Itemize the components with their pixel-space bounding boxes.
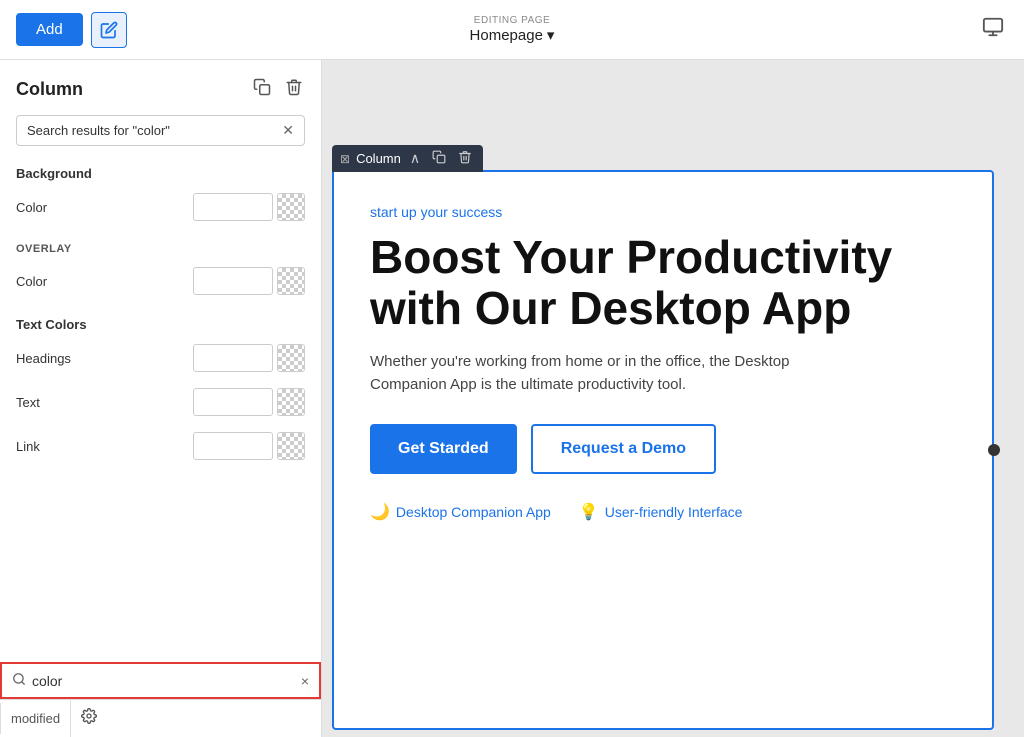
search-results-text: Search results for "color"	[27, 123, 282, 138]
link-color-picker[interactable]	[193, 432, 305, 460]
panel-header: Column	[0, 60, 321, 111]
search-input-clear-button[interactable]: ×	[301, 673, 309, 689]
moon-icon: 🌙	[370, 502, 390, 522]
link-color-swatch[interactable]	[193, 432, 273, 460]
duplicate-button[interactable]	[251, 76, 273, 103]
preview-features: 🌙 Desktop Companion App 💡 User-friendly …	[370, 502, 956, 522]
column-expand-button[interactable]: ∧	[407, 149, 423, 168]
preview-tagline: start up your success	[370, 204, 956, 220]
column-toolbar: ⊠ Column ∧	[332, 145, 483, 172]
overlay-color-picker[interactable]	[193, 267, 305, 295]
headings-color-label: Headings	[16, 351, 71, 366]
feature-interface-label: User-friendly Interface	[605, 504, 743, 520]
link-color-label: Link	[16, 439, 40, 454]
feature-desktop: 🌙 Desktop Companion App	[370, 502, 551, 522]
text-colors-section-label: Text Colors	[0, 303, 321, 336]
bottom-toolbar: modified	[0, 699, 321, 737]
get-started-button[interactable]: Get Starded	[370, 424, 517, 474]
top-toolbar: Add EDITING PAGE Homepage ▾	[0, 0, 1024, 60]
background-color-swatch[interactable]	[193, 193, 273, 221]
feature-desktop-label: Desktop Companion App	[396, 504, 551, 520]
left-panel: Column	[0, 60, 322, 737]
feature-interface: 💡 User-friendly Interface	[579, 502, 743, 522]
search-results-bar: Search results for "color" ✕	[16, 115, 305, 146]
bulb-icon: 💡	[579, 502, 599, 522]
bottom-toolbar-container: × modified	[0, 662, 321, 737]
overlay-color-row: Color	[0, 259, 321, 303]
resize-handle[interactable]	[988, 444, 1000, 456]
headings-color-checker[interactable]	[277, 344, 305, 372]
modified-button[interactable]: modified	[0, 703, 70, 734]
text-color-label: Text	[16, 395, 40, 410]
link-color-checker[interactable]	[277, 432, 305, 460]
editing-page-text: EDITING PAGE	[474, 15, 550, 26]
background-color-checker[interactable]	[277, 193, 305, 221]
main-layout: Column	[0, 60, 1024, 737]
request-demo-button[interactable]: Request a Demo	[531, 424, 716, 474]
search-clear-button[interactable]: ✕	[282, 122, 294, 139]
monitor-icon[interactable]	[982, 16, 1004, 44]
headings-color-picker[interactable]	[193, 344, 305, 372]
background-section-label: Background	[0, 154, 321, 185]
headings-color-swatch[interactable]	[193, 344, 273, 372]
overlay-color-label: Color	[16, 274, 47, 289]
link-color-row: Link	[0, 424, 321, 468]
overlay-section-label: OVERLAY	[0, 229, 321, 259]
text-color-row: Text	[0, 380, 321, 424]
editing-page-label: EDITING PAGE Homepage ▾	[470, 15, 555, 44]
canvas-area: ⊠ Column ∧ start up your success	[322, 60, 1024, 737]
text-color-checker[interactable]	[277, 388, 305, 416]
editing-page-name[interactable]: Homepage ▾	[470, 26, 555, 44]
column-toolbar-label: Column	[356, 151, 401, 166]
background-color-label: Color	[16, 200, 47, 215]
panel-icons	[251, 76, 305, 103]
text-color-picker[interactable]	[193, 388, 305, 416]
background-color-row: Color	[0, 185, 321, 229]
overlay-color-swatch[interactable]	[193, 267, 273, 295]
bottom-search-bar[interactable]: ×	[0, 662, 321, 699]
column-toolbar-icon: ⊠	[340, 152, 350, 166]
panel-content: Background Color OVERLAY Color Text Colo…	[0, 154, 321, 662]
column-delete-button[interactable]	[455, 149, 475, 168]
chevron-down-icon: ▾	[547, 26, 555, 44]
column-duplicate-button[interactable]	[429, 149, 449, 168]
add-button[interactable]: Add	[16, 13, 83, 46]
headings-color-row: Headings	[0, 336, 321, 380]
preview-panel: start up your success Boost Your Product…	[332, 170, 994, 730]
overlay-color-checker[interactable]	[277, 267, 305, 295]
preview-heading: Boost Your Productivity with Our Desktop…	[370, 232, 956, 333]
search-icon	[12, 672, 26, 689]
delete-button[interactable]	[283, 76, 305, 103]
preview-description: Whether you're working from home or in t…	[370, 351, 850, 396]
search-input[interactable]	[32, 673, 295, 689]
preview-buttons: Get Starded Request a Demo	[370, 424, 956, 474]
edit-icon-button[interactable]	[91, 12, 127, 48]
text-color-swatch[interactable]	[193, 388, 273, 416]
settings-button[interactable]	[70, 700, 107, 737]
panel-title: Column	[16, 79, 83, 100]
background-color-picker[interactable]	[193, 193, 305, 221]
